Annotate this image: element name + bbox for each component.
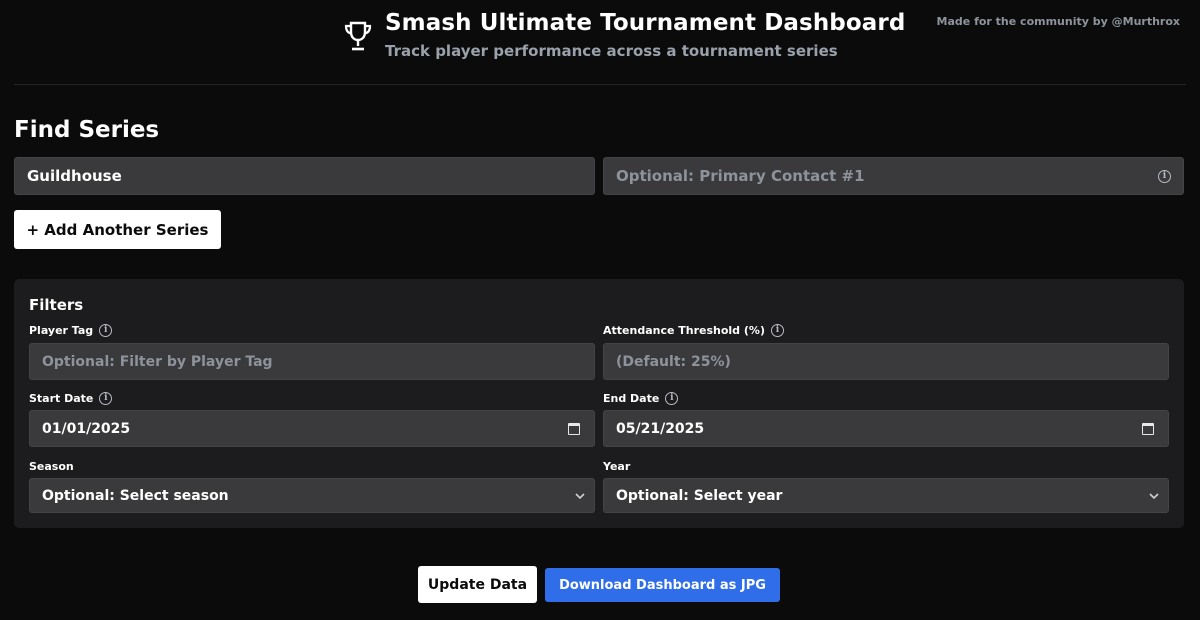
header-divider: [14, 84, 1186, 85]
download-dashboard-button[interactable]: Download Dashboard as JPG: [545, 568, 780, 602]
credit-text: Made for the community by @Murthrox: [936, 15, 1180, 28]
start-date-label-text: Start Date: [29, 392, 94, 405]
info-icon[interactable]: i: [665, 392, 679, 405]
season-label: Season: [29, 460, 74, 473]
start-date-input[interactable]: 01/01/2025: [29, 410, 595, 447]
primary-contact-placeholder: Optional: Primary Contact #1: [616, 167, 865, 185]
season-selected-value: Optional: Select season: [42, 487, 229, 504]
player-tag-label: Player Tag i: [29, 324, 113, 337]
end-date-value: 05/21/2025: [616, 420, 705, 437]
player-tag-label-text: Player Tag: [29, 324, 94, 337]
info-icon[interactable]: i: [99, 324, 113, 337]
add-another-series-button[interactable]: + Add Another Series: [14, 210, 221, 249]
filters-panel: Filters Player Tag i Optional: Filter by…: [14, 279, 1184, 528]
info-icon[interactable]: i: [770, 324, 784, 337]
dashboard-page: Smash Ultimate Tournament Dashboard Trac…: [0, 0, 1200, 620]
trophy-icon: [344, 21, 372, 51]
end-date-label-text: End Date: [603, 392, 660, 405]
series-name-input[interactable]: Guildhouse: [14, 157, 595, 195]
chevron-down-icon: [575, 493, 585, 500]
filters-heading: Filters: [29, 296, 84, 314]
chevron-down-icon: [1149, 493, 1159, 500]
end-date-label: End Date i: [603, 392, 679, 405]
page-header: Smash Ultimate Tournament Dashboard Trac…: [0, 0, 1200, 86]
year-selected-value: Optional: Select year: [616, 487, 783, 504]
attendance-threshold-label: Attendance Threshold (%) i: [603, 324, 784, 337]
season-select[interactable]: Optional: Select season: [29, 478, 595, 513]
end-date-input[interactable]: 05/21/2025: [603, 410, 1169, 447]
find-series-heading: Find Series: [14, 117, 160, 143]
calendar-icon[interactable]: [568, 423, 580, 435]
info-icon[interactable]: i: [1158, 170, 1171, 183]
attendance-threshold-label-text: Attendance Threshold (%): [603, 324, 765, 337]
calendar-icon[interactable]: [1142, 423, 1154, 435]
page-title: Smash Ultimate Tournament Dashboard: [385, 10, 906, 36]
player-tag-input[interactable]: Optional: Filter by Player Tag: [29, 343, 595, 380]
update-data-button[interactable]: Update Data: [418, 566, 537, 603]
year-label: Year: [603, 460, 631, 473]
page-subtitle: Track player performance across a tourna…: [385, 42, 838, 60]
year-select[interactable]: Optional: Select year: [603, 478, 1169, 513]
player-tag-placeholder: Optional: Filter by Player Tag: [42, 353, 273, 370]
series-name-value: Guildhouse: [27, 167, 122, 185]
start-date-label: Start Date i: [29, 392, 113, 405]
start-date-value: 01/01/2025: [42, 420, 131, 437]
attendance-threshold-placeholder: (Default: 25%): [616, 353, 731, 370]
attendance-threshold-input[interactable]: (Default: 25%): [603, 343, 1169, 380]
info-icon[interactable]: i: [99, 392, 113, 405]
primary-contact-input[interactable]: Optional: Primary Contact #1 i: [603, 157, 1184, 195]
